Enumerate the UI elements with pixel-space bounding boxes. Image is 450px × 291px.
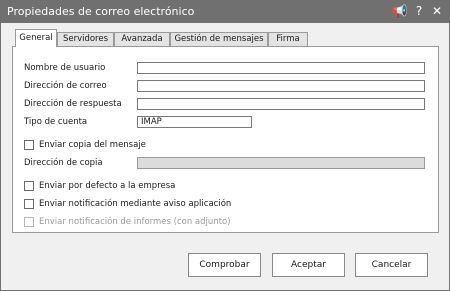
copy-address-field[interactable] xyxy=(137,157,425,169)
notify-report-label: Enviar notificación de informes (con adj… xyxy=(39,217,231,227)
close-icon[interactable]: ✕ xyxy=(429,3,445,20)
reply-address-field[interactable] xyxy=(137,98,425,110)
notify-app-checkbox[interactable] xyxy=(24,199,34,209)
notify-app-label: Enviar notificación mediante aviso aplic… xyxy=(39,199,232,209)
tab-avanzada[interactable]: Avanzada xyxy=(114,32,170,46)
accept-button[interactable]: Aceptar xyxy=(272,253,345,277)
megaphone-icon[interactable]: 📢 xyxy=(392,3,408,20)
tab-servidores[interactable]: Servidores xyxy=(57,32,114,46)
notify-report-checkbox[interactable] xyxy=(24,217,34,227)
account-type-field[interactable]: IMAP xyxy=(137,116,252,128)
email-address-field[interactable] xyxy=(137,80,425,92)
tab-general[interactable]: General xyxy=(15,29,57,47)
account-type-label: Tipo de cuenta xyxy=(24,117,88,127)
tab-firma[interactable]: Firma xyxy=(268,32,308,46)
username-field[interactable] xyxy=(137,62,425,74)
send-copy-label: Enviar copia del mensaje xyxy=(39,140,146,150)
help-icon[interactable]: ? xyxy=(411,3,427,20)
username-label: Nombre de usuario xyxy=(24,63,106,73)
tab-gestion-mensajes[interactable]: Gestión de mensajes xyxy=(170,32,268,46)
reply-address-label: Dirección de respuesta xyxy=(24,99,122,109)
window-title: Propiedades de correo electrónico xyxy=(7,5,195,18)
email-properties-dialog: Propiedades de correo electrónico 📢 ? ✕ … xyxy=(0,0,450,291)
email-address-label: Dirección de correo xyxy=(24,81,107,91)
send-copy-checkbox[interactable] xyxy=(24,140,34,150)
default-company-label: Enviar por defecto a la empresa xyxy=(39,181,176,191)
cancel-button[interactable]: Cancelar xyxy=(355,253,428,277)
default-company-checkbox[interactable] xyxy=(24,181,34,191)
copy-address-label: Dirección de copia xyxy=(24,158,103,168)
title-bar: Propiedades de correo electrónico 📢 ? ✕ xyxy=(1,1,449,23)
check-button[interactable]: Comprobar xyxy=(188,253,261,277)
